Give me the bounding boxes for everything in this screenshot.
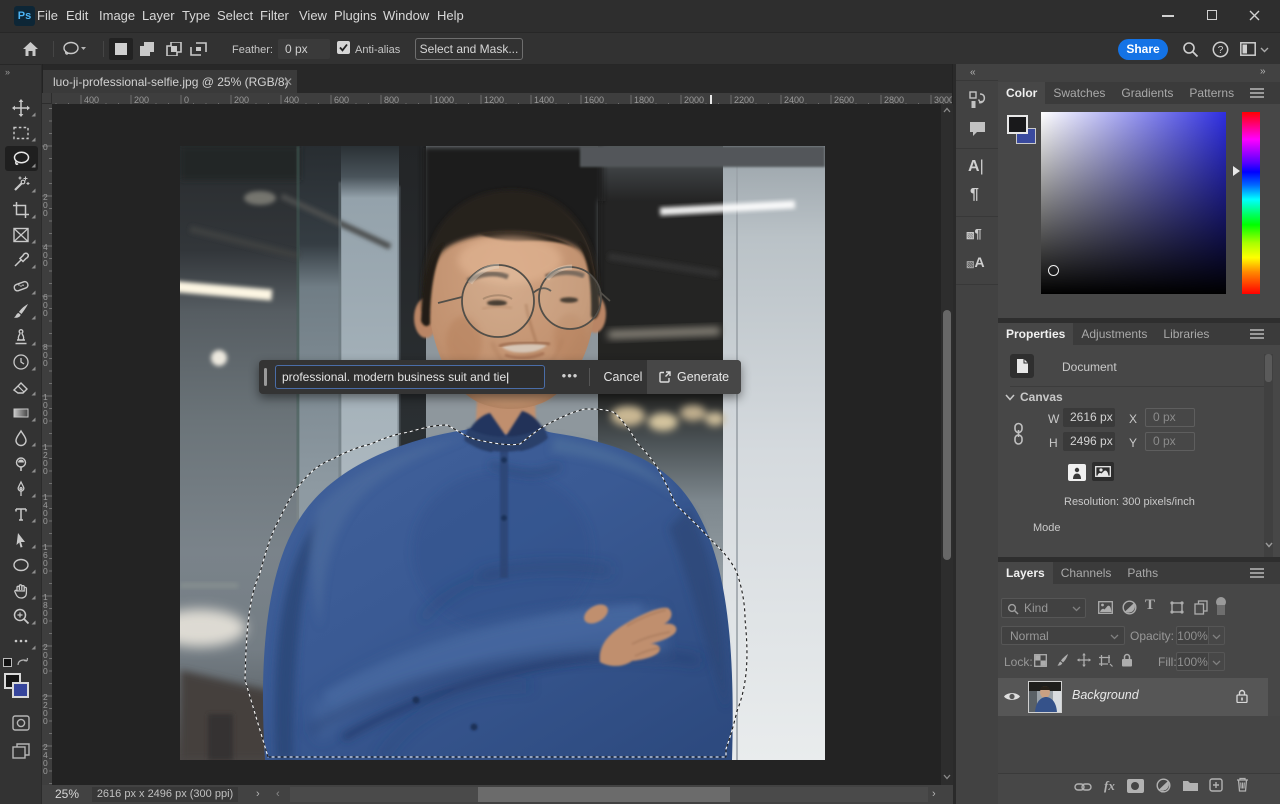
svg-text:?: ? (1218, 45, 1224, 56)
svg-text:0: 0 (43, 308, 48, 318)
svg-text:0: 0 (43, 616, 48, 626)
svg-text:0: 0 (43, 516, 48, 526)
svg-text:0: 0 (43, 666, 48, 676)
svg-text:0: 0 (43, 466, 48, 476)
svg-text:0: 0 (43, 416, 48, 426)
svg-text:0: 0 (43, 716, 48, 726)
svg-text:0: 0 (43, 766, 48, 776)
svg-text:0: 0 (43, 566, 48, 576)
svg-text:0: 0 (43, 142, 48, 152)
svg-text:0: 0 (43, 258, 48, 268)
svg-text:0: 0 (43, 358, 48, 368)
svg-text:0: 0 (43, 208, 48, 218)
